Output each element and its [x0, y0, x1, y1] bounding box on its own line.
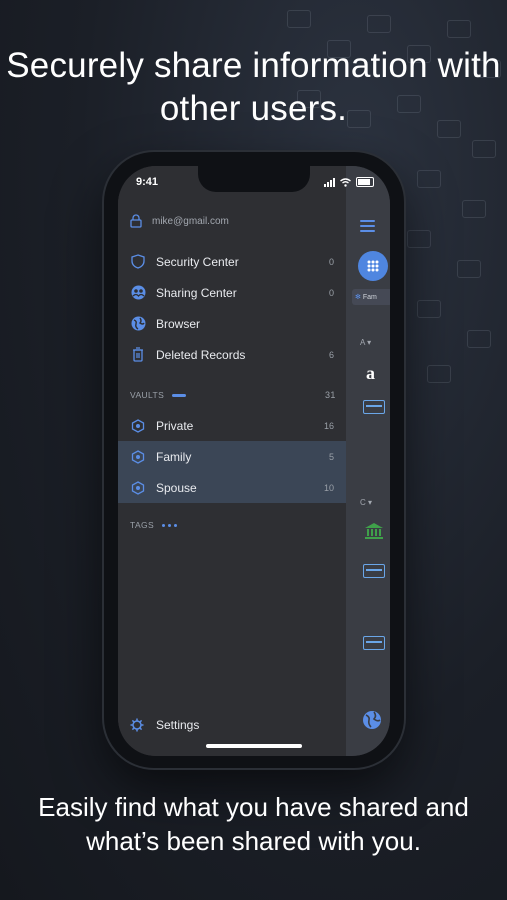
bank-icon[interactable]: [364, 522, 384, 540]
status-time: 9:41: [136, 176, 159, 188]
vaults-section-header[interactable]: VAULTS 31: [130, 390, 335, 400]
wifi-icon: [340, 177, 351, 187]
tags-section-header[interactable]: TAGS: [130, 520, 178, 530]
menu-item-sharing-center[interactable]: Sharing Center 0: [118, 277, 346, 308]
account-row[interactable]: mike@gmail.com: [130, 214, 229, 228]
vault-item-count: 10: [323, 482, 334, 493]
menu-item-label: Deleted Records: [156, 347, 246, 362]
vaults-title: VAULTS: [130, 390, 165, 400]
account-email: mike@gmail.com: [152, 215, 229, 227]
menu-item-deleted-records[interactable]: Deleted Records 6: [118, 339, 346, 370]
signal-icon: [324, 177, 335, 187]
tags-title: TAGS: [130, 520, 155, 530]
credit-card-icon[interactable]: [363, 400, 385, 414]
menu-item-count: 0: [328, 256, 334, 267]
shield-icon: [130, 254, 146, 270]
phone-mockup: 9:41 mike@gmail.com Security Center 0 Sh…: [104, 152, 404, 768]
vault-item-count: 5: [328, 451, 334, 462]
vault-list: Private 16 Family 5 Spouse 10: [118, 410, 346, 503]
chip-label: Fam: [362, 293, 377, 301]
vault-icon: [130, 449, 146, 465]
menu-item-security-center[interactable]: Security Center 0: [118, 246, 346, 277]
menu-item-label: Security Center: [156, 254, 239, 269]
credit-card-icon[interactable]: [363, 636, 385, 650]
vault-item-private[interactable]: Private 16: [118, 410, 346, 441]
vault-icon: [130, 480, 146, 496]
headline: Securely share information with other us…: [6, 46, 501, 128]
vault-item-count: 16: [323, 420, 334, 431]
snowflake-icon: ✻: [355, 294, 361, 301]
settings-label: Settings: [156, 718, 200, 732]
status-bar: 9:41: [118, 176, 390, 194]
vault-item-label: Spouse: [156, 480, 197, 495]
collapse-dash-icon: [172, 393, 187, 397]
settings-row[interactable]: Settings: [130, 718, 199, 732]
section-letter-a: A ▾: [360, 338, 372, 347]
vault-filter-chip[interactable]: ✻ Fam: [352, 289, 390, 305]
amazon-logo: a: [366, 363, 375, 383]
vault-item-label: Private: [156, 418, 194, 433]
globe-icon: [130, 316, 146, 332]
menu-item-count: 0: [328, 287, 334, 298]
trash-icon: [130, 347, 146, 363]
family-vault-avatar[interactable]: [358, 251, 388, 281]
app-screen: 9:41 mike@gmail.com Security Center 0 Sh…: [118, 166, 390, 756]
menu-item-label: Browser: [156, 316, 201, 331]
grid-dots-icon: [367, 260, 379, 272]
more-dots-icon: [162, 523, 178, 527]
status-icons: [324, 177, 374, 187]
menu-item-label: Sharing Center: [156, 285, 237, 300]
navigation-drawer: mike@gmail.com Security Center 0 Sharing…: [118, 166, 346, 756]
menu-item-browser[interactable]: Browser: [118, 308, 346, 339]
background-record-list: ✻ Fam A ▾ a C ▾: [346, 166, 390, 756]
vault-item-label: Family: [156, 449, 192, 464]
vault-item-spouse[interactable]: Spouse 10: [118, 472, 346, 503]
battery-icon: [356, 177, 374, 187]
footer-caption: Easily find what you have shared and wha…: [38, 792, 469, 856]
vaults-count: 31: [325, 390, 336, 400]
vault-icon: [130, 418, 146, 434]
credit-card-icon[interactable]: [363, 564, 385, 578]
section-letter-c: C ▾: [360, 498, 373, 507]
vault-item-family[interactable]: Family 5: [118, 441, 346, 472]
main-menu: Security Center 0 Sharing Center 0 Brows…: [118, 246, 346, 370]
users-icon: [130, 285, 146, 301]
hamburger-menu-icon[interactable]: [360, 220, 375, 235]
menu-item-count: 6: [328, 349, 334, 360]
home-indicator: [206, 744, 302, 748]
lock-icon: [130, 214, 142, 228]
globe-icon[interactable]: [362, 710, 382, 730]
gear-icon: [130, 718, 144, 732]
